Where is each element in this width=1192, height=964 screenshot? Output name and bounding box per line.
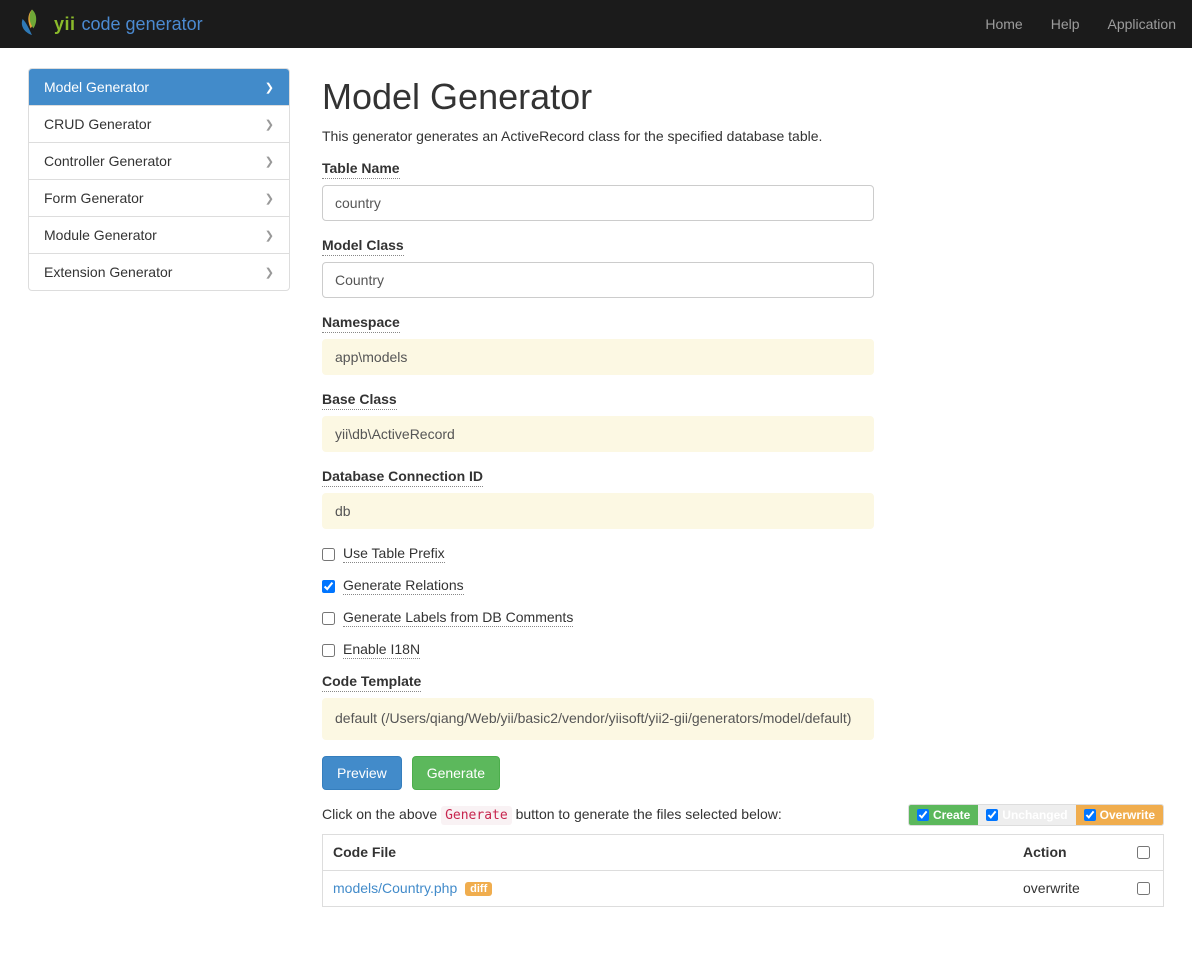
sidebar-item-form-generator[interactable]: Form Generator ❯ [29, 179, 289, 216]
table-name-label: Table Name [322, 160, 400, 179]
navbar: yii code generator Home Help Application [0, 0, 1192, 48]
base-class-label: Base Class [322, 391, 397, 410]
brand-word: yii [54, 14, 76, 35]
use-table-prefix-label: Use Table Prefix [343, 545, 445, 563]
sidebar-item-label: Controller Generator [44, 153, 172, 169]
nav-link-help[interactable]: Help [1051, 16, 1080, 32]
base-class-input[interactable] [322, 416, 874, 452]
db-conn-label: Database Connection ID [322, 468, 483, 487]
page-description: This generator generates an ActiveRecord… [322, 128, 1164, 144]
file-select-checkbox[interactable] [1137, 882, 1150, 895]
chevron-right-icon: ❯ [265, 155, 274, 168]
sidebar-item-label: Model Generator [44, 79, 149, 95]
legend-unchanged: Unchanged [978, 805, 1075, 825]
table-row: models/Country.php diff overwrite [323, 870, 1164, 906]
enable-i18n-label: Enable I18N [343, 641, 420, 659]
chevron-right-icon: ❯ [265, 266, 274, 279]
enable-i18n-checkbox[interactable] [322, 644, 335, 657]
sidebar-item-model-generator[interactable]: Model Generator ❯ [29, 69, 289, 105]
generate-button[interactable]: Generate [412, 756, 500, 790]
legend-create-checkbox[interactable] [917, 809, 929, 821]
chevron-right-icon: ❯ [265, 81, 274, 94]
col-action: Action [1013, 834, 1123, 870]
brand-subtitle: code generator [82, 14, 203, 35]
brand[interactable]: yii code generator [16, 7, 203, 42]
sidebar-item-module-generator[interactable]: Module Generator ❯ [29, 216, 289, 253]
files-table-header-row: Code File Action [323, 834, 1164, 870]
sidebar-item-controller-generator[interactable]: Controller Generator ❯ [29, 142, 289, 179]
legend-unchanged-checkbox[interactable] [986, 809, 998, 821]
sidebar-item-label: Form Generator [44, 190, 144, 206]
sidebar-item-label: CRUD Generator [44, 116, 151, 132]
nav-link-application[interactable]: Application [1108, 16, 1177, 32]
file-link[interactable]: models/Country.php [333, 880, 457, 896]
col-code-file: Code File [323, 834, 1014, 870]
generate-hint: Click on the above Generate button to ge… [322, 806, 782, 823]
page-title: Model Generator [322, 76, 1164, 118]
labels-from-comments-label: Generate Labels from DB Comments [343, 609, 573, 627]
status-legend: Create Unchanged Overwrite [908, 804, 1164, 826]
namespace-label: Namespace [322, 314, 400, 333]
files-table: Code File Action models/Country.php diff… [322, 834, 1164, 907]
legend-create: Create [909, 805, 978, 825]
nav-link-home[interactable]: Home [985, 16, 1022, 32]
db-conn-input[interactable] [322, 493, 874, 529]
use-table-prefix-checkbox[interactable] [322, 548, 335, 561]
generator-list: Model Generator ❯ CRUD Generator ❯ Contr… [28, 68, 290, 291]
diff-badge[interactable]: diff [465, 882, 492, 896]
yii-logo-icon [16, 7, 48, 42]
legend-overwrite-checkbox[interactable] [1084, 809, 1096, 821]
generate-code-text: Generate [441, 806, 512, 825]
col-select-all [1123, 834, 1164, 870]
generate-relations-label: Generate Relations [343, 577, 464, 595]
chevron-right-icon: ❯ [265, 118, 274, 131]
model-class-label: Model Class [322, 237, 404, 256]
main-content: Model Generator This generator generates… [322, 68, 1164, 907]
chevron-right-icon: ❯ [265, 229, 274, 242]
labels-from-comments-checkbox[interactable] [322, 612, 335, 625]
select-all-checkbox[interactable] [1137, 846, 1150, 859]
chevron-right-icon: ❯ [265, 192, 274, 205]
sidebar-item-crud-generator[interactable]: CRUD Generator ❯ [29, 105, 289, 142]
legend-overwrite: Overwrite [1076, 805, 1163, 825]
sidebar: Model Generator ❯ CRUD Generator ❯ Contr… [28, 68, 290, 907]
sidebar-item-extension-generator[interactable]: Extension Generator ❯ [29, 253, 289, 290]
action-buttons: Preview Generate [322, 756, 1164, 790]
code-template-select[interactable]: default (/Users/qiang/Web/yii/basic2/ven… [322, 698, 874, 740]
sidebar-item-label: Module Generator [44, 227, 157, 243]
model-class-input[interactable] [322, 262, 874, 298]
preview-button[interactable]: Preview [322, 756, 402, 790]
table-name-input[interactable] [322, 185, 874, 221]
sidebar-item-label: Extension Generator [44, 264, 172, 280]
code-template-label: Code Template [322, 673, 421, 692]
file-action: overwrite [1013, 870, 1123, 906]
generate-relations-checkbox[interactable] [322, 580, 335, 593]
namespace-input[interactable] [322, 339, 874, 375]
